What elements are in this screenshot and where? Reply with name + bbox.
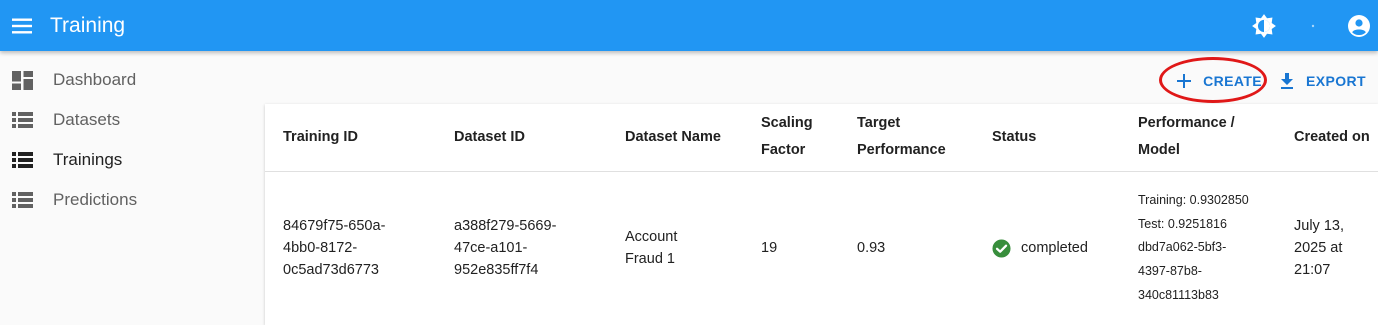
download-icon [1280, 73, 1294, 89]
sidebar-item-label: Dashboard [53, 70, 137, 89]
column-header-scaling-factor[interactable]: Scaling Factor [743, 104, 839, 172]
brightness-icon[interactable] [1250, 12, 1278, 40]
sidebar-item-datasets[interactable]: Datasets [0, 100, 250, 140]
status-text: completed [1021, 240, 1088, 257]
column-header-status[interactable]: Status [974, 104, 1120, 172]
list-actions: CREATE EXPORT [1159, 57, 1372, 103]
column-header-training-id[interactable]: Training ID [265, 104, 436, 172]
trainings-table: Training ID Dataset ID Dataset Name Scal… [265, 104, 1378, 325]
sidebar-item-predictions[interactable]: Predictions [0, 180, 250, 220]
check-circle-icon [992, 239, 1011, 258]
menu-icon[interactable] [10, 14, 34, 38]
sidebar-item-trainings[interactable]: Trainings [0, 140, 250, 180]
list-icon [11, 189, 33, 211]
create-button[interactable]: CREATE [1159, 57, 1268, 103]
create-label: CREATE [1203, 73, 1263, 89]
column-header-performance-model[interactable]: Performance / Model [1120, 104, 1276, 172]
account-circle-icon[interactable] [1346, 13, 1372, 39]
sidebar-item-label: Predictions [53, 190, 138, 209]
more-icon[interactable] [1306, 14, 1320, 38]
cell-created-on: July 13, 2025 at 21:07 [1294, 218, 1344, 279]
column-header-target-performance[interactable]: Target Performance [839, 104, 974, 172]
column-header-created-on[interactable]: Created on [1276, 104, 1378, 172]
export-label: EXPORT [1306, 73, 1366, 89]
sidebar-item-label: Datasets [53, 110, 121, 129]
cell-training-id: 84679f75-650a-4bb0-8172-0c5ad73d6773 [283, 218, 386, 279]
cell-status: completed [974, 171, 1120, 325]
trainings-table-card: Training ID Dataset ID Dataset Name Scal… [265, 104, 1378, 325]
table-header-row: Training ID Dataset ID Dataset Name Scal… [265, 104, 1378, 172]
column-header-dataset-id[interactable]: Dataset ID [436, 104, 607, 172]
cell-dataset-name: Account Fraud 1 [625, 229, 678, 268]
sidebar-item-dashboard[interactable]: Dashboard [0, 60, 250, 100]
plus-icon [1177, 74, 1192, 88]
dashboard-icon [11, 69, 33, 91]
cell-dataset-id: a388f279-5669-47ce-a101-952e835ff7f4 [454, 218, 557, 279]
cell-target-performance: 0.93 [857, 240, 886, 257]
cell-performance-model: Training: 0.9302850 Test: 0.9251816 dbd7… [1138, 193, 1249, 302]
cell-scaling-factor: 19 [761, 240, 778, 257]
table-row[interactable]: 84679f75-650a-4bb0-8172-0c5ad73d6773 a38… [265, 171, 1378, 325]
app-bar: Training [0, 0, 1378, 51]
page-title: Training [50, 13, 126, 37]
list-icon [11, 109, 33, 131]
export-button[interactable]: EXPORT [1274, 66, 1372, 96]
sidebar: Dashboard Datasets Trainings Predictions [0, 60, 250, 220]
list-icon [11, 149, 33, 171]
column-header-dataset-name[interactable]: Dataset Name [607, 104, 743, 172]
sidebar-item-label: Trainings [53, 150, 123, 169]
